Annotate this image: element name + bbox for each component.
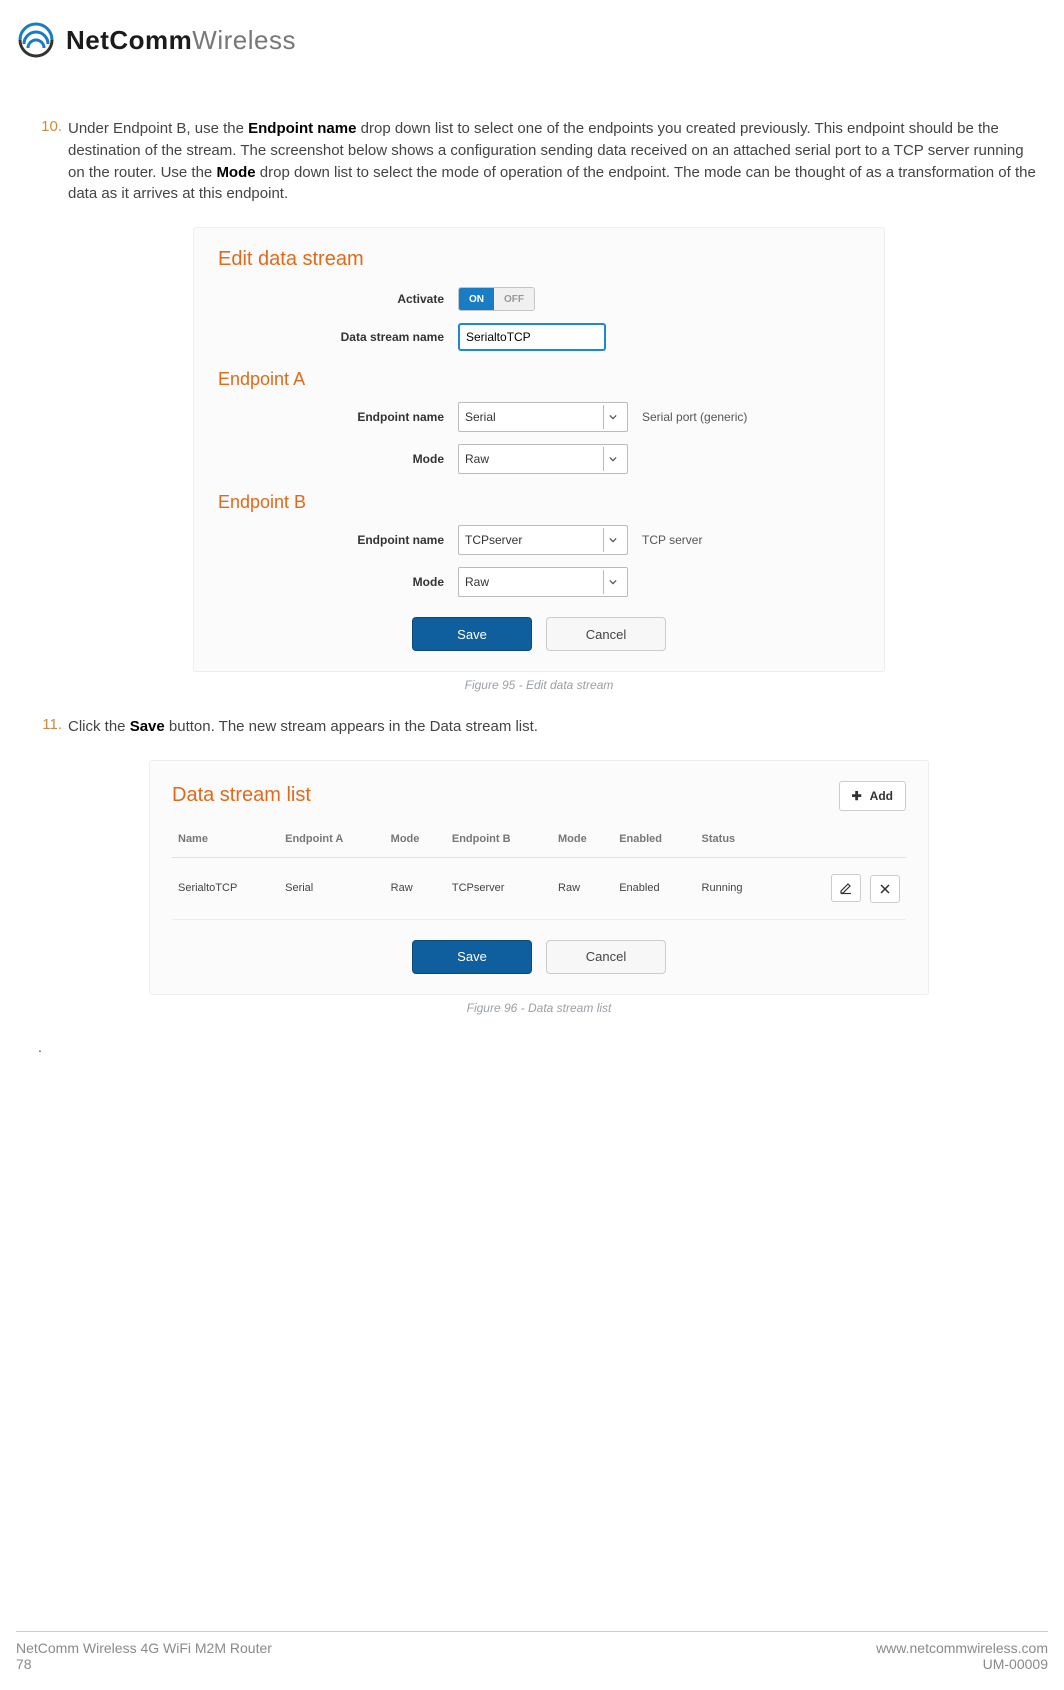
- endpoint-a-name-label: Endpoint name: [218, 410, 458, 424]
- step-11: 11. Click the Save button. The new strea…: [38, 716, 1040, 738]
- table-header-row: Name Endpoint A Mode Endpoint B Mode Ena…: [172, 825, 906, 858]
- logo-text-light: Wireless: [192, 25, 296, 55]
- cell-enabled: Enabled: [613, 857, 695, 919]
- stray-period: .: [38, 1039, 1040, 1055]
- delete-button[interactable]: [870, 875, 900, 903]
- table-row: SerialtoTCP Serial Raw TCPserver Raw Ena…: [172, 857, 906, 919]
- chevron-down-icon: [603, 447, 621, 471]
- cell-endpoint-a: Serial: [279, 857, 385, 919]
- col-status: Status: [696, 825, 776, 858]
- toggle-off[interactable]: OFF: [494, 288, 534, 310]
- footer-site: www.netcommwireless.com: [876, 1640, 1048, 1656]
- logo-text: NetCommWireless: [66, 25, 296, 56]
- data-stream-list-panel: Data stream list ✚ Add Name Endpoint A M…: [149, 760, 929, 995]
- chevron-down-icon: [603, 528, 621, 552]
- endpoint-b-name-select[interactable]: TCPserver: [458, 525, 628, 555]
- cell-status: Running: [696, 857, 776, 919]
- col-mode-a: Mode: [385, 825, 446, 858]
- data-stream-table: Name Endpoint A Mode Endpoint B Mode Ena…: [172, 825, 906, 920]
- chevron-down-icon: [603, 570, 621, 594]
- col-enabled: Enabled: [613, 825, 695, 858]
- plus-icon: ✚: [852, 789, 862, 803]
- chevron-down-icon: [603, 405, 621, 429]
- edit-data-stream-panel: Edit data stream Activate ON OFF Data st…: [193, 227, 885, 672]
- toggle-on[interactable]: ON: [459, 288, 494, 310]
- cell-endpoint-b: TCPserver: [446, 857, 552, 919]
- activate-label: Activate: [218, 292, 458, 306]
- col-mode-b: Mode: [552, 825, 613, 858]
- endpoint-a-mode-select[interactable]: Raw: [458, 444, 628, 474]
- step-text: Click the Save button. The new stream ap…: [68, 716, 1040, 738]
- cell-mode-b: Raw: [552, 857, 613, 919]
- logo-icon: [16, 20, 56, 60]
- step-number: 10.: [38, 118, 62, 205]
- page-footer: NetComm Wireless 4G WiFi M2M Router 78 w…: [16, 1631, 1048, 1672]
- activate-toggle[interactable]: ON OFF: [458, 287, 535, 311]
- save-button[interactable]: Save: [412, 940, 532, 974]
- close-icon: [879, 883, 891, 895]
- footer-doc: UM-00009: [876, 1656, 1048, 1672]
- endpoint-a-heading: Endpoint A: [218, 369, 860, 390]
- footer-product: NetComm Wireless 4G WiFi M2M Router: [16, 1640, 272, 1656]
- endpoint-b-heading: Endpoint B: [218, 492, 860, 513]
- cell-mode-a: Raw: [385, 857, 446, 919]
- endpoint-a-name-select[interactable]: Serial: [458, 402, 628, 432]
- step-10: 10. Under Endpoint B, use the Endpoint n…: [38, 118, 1040, 205]
- endpoint-b-name-label: Endpoint name: [218, 533, 458, 547]
- figure-caption: Figure 96 - Data stream list: [38, 1001, 1040, 1015]
- footer-page: 78: [16, 1656, 272, 1672]
- col-endpoint-a: Endpoint A: [279, 825, 385, 858]
- col-name: Name: [172, 825, 279, 858]
- endpoint-b-hint: TCP server: [642, 533, 702, 547]
- endpoint-b-mode-select[interactable]: Raw: [458, 567, 628, 597]
- pencil-icon: [839, 881, 853, 895]
- col-endpoint-b: Endpoint B: [446, 825, 552, 858]
- brand-logo: NetCommWireless: [16, 20, 296, 60]
- cancel-button[interactable]: Cancel: [546, 940, 666, 974]
- cell-name: SerialtoTCP: [172, 857, 279, 919]
- panel-title: Edit data stream: [218, 248, 860, 271]
- save-button[interactable]: Save: [412, 617, 532, 651]
- step-number: 11.: [38, 716, 62, 738]
- step-text: Under Endpoint B, use the Endpoint name …: [68, 118, 1040, 205]
- stream-name-input[interactable]: [458, 323, 606, 351]
- panel-title: Data stream list: [172, 784, 311, 807]
- logo-text-bold: NetComm: [66, 25, 192, 55]
- endpoint-a-hint: Serial port (generic): [642, 410, 747, 424]
- edit-button[interactable]: [831, 874, 861, 902]
- figure-caption: Figure 95 - Edit data stream: [38, 678, 1040, 692]
- endpoint-b-mode-label: Mode: [218, 575, 458, 589]
- cancel-button[interactable]: Cancel: [546, 617, 666, 651]
- endpoint-a-mode-label: Mode: [218, 452, 458, 466]
- add-button[interactable]: ✚ Add: [839, 781, 906, 811]
- stream-name-label: Data stream name: [218, 330, 458, 344]
